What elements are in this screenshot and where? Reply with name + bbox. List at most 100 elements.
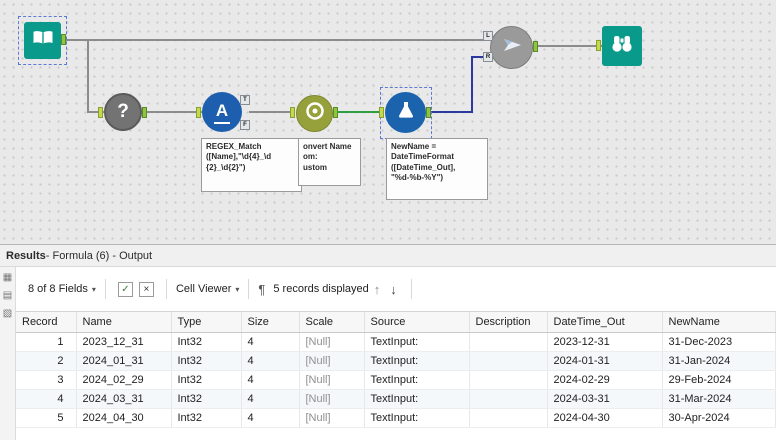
cell-newname[interactable]: 31-Mar-2024 [662,389,776,409]
cell-source[interactable]: TextInput: [364,389,470,409]
datetime-tool[interactable] [296,95,333,132]
cell-type[interactable]: Int32 [171,332,242,352]
cell-datetime-out[interactable]: 2023-12-31 [547,332,663,352]
profile-view-icon[interactable]: ▧ [3,308,12,319]
cell-name[interactable]: 2024_02_29 [76,370,172,390]
regex-input-anchor [196,107,201,118]
wire-textinput-to-join [66,39,486,41]
metadata-view-icon[interactable]: ▤ [3,290,12,301]
cell-newname[interactable]: 31-Dec-2023 [662,332,776,352]
cell-type[interactable]: Int32 [171,351,242,371]
cell-source[interactable]: TextInput: [364,332,470,352]
toolbar-separator [248,279,250,299]
cell-name[interactable]: 2024_01_31 [76,351,172,371]
column-header-newname[interactable]: NewName [662,312,776,333]
regex-tool[interactable]: A [202,92,242,132]
cell-scale: [Null] [299,389,365,409]
cell-source[interactable]: TextInput: [364,370,470,390]
table-row[interactable]: 4 2024_03_31 Int32 4 [Null] TextInput: 2… [16,389,776,409]
cell-viewer-dropdown[interactable]: Cell Viewer ▾ [176,283,239,295]
cell-description[interactable] [469,408,548,428]
cell-newname[interactable]: 30-Apr-2024 [662,408,776,428]
chevron-down-icon: ▾ [91,284,96,294]
column-header-description[interactable]: Description [469,312,548,333]
regex-annotation[interactable]: REGEX_Match ([Name],"\d{4}_\d {2}_\d{2}"… [201,138,302,192]
paragraph-icon[interactable]: ¶ [258,282,265,297]
cell-size[interactable]: 4 [241,389,300,409]
column-header-type[interactable]: Type [171,312,242,333]
cell-newname[interactable]: 29-Feb-2024 [662,370,776,390]
cell-record[interactable]: 3 [16,370,77,390]
column-header-record[interactable]: Record [16,312,77,333]
cell-description[interactable] [469,351,548,371]
results-toolbar: 8 of 8 Fields ▾ ✓ × Cell Viewer ▾ ¶ 5 re… [16,267,776,312]
column-header-size[interactable]: Size [241,312,300,333]
table-row[interactable]: 1 2023_12_31 Int32 4 [Null] TextInput: 2… [16,332,776,352]
chevron-down-icon: ▾ [235,284,240,294]
header-row: Record Name Type Size Scale Source Descr… [16,312,776,333]
column-header-source[interactable]: Source [364,312,470,333]
cell-size[interactable]: 4 [241,332,300,352]
wire-textinput-branch-v [87,40,89,112]
cell-record[interactable]: 5 [16,408,77,428]
cell-newname[interactable]: 31-Jan-2024 [662,351,776,371]
table-row[interactable]: 2 2024_01_31 Int32 4 [Null] TextInput: 2… [16,351,776,371]
toolbar-separator [410,279,412,299]
results-grid: Record Name Type Size Scale Source Descr… [16,312,776,428]
checkmark-box-icon[interactable]: ✓ [117,281,133,297]
wire-formula-out-h [431,111,473,113]
table-view-icon[interactable]: ▦ [3,272,12,283]
cell-type[interactable]: Int32 [171,408,242,428]
cell-source[interactable]: TextInput: [364,408,470,428]
formula-tool[interactable] [385,92,426,133]
cell-scale: [Null] [299,351,365,371]
cell-source[interactable]: TextInput: [364,351,470,371]
cell-record[interactable]: 2 [16,351,77,371]
workflow-canvas[interactable]: ? A T F L R REGEX_Match ([Name],"\d{4}_\… [0,0,776,244]
cell-scale: [Null] [299,370,365,390]
fields-dropdown[interactable]: 8 of 8 Fields ▾ [28,283,96,295]
cell-type[interactable]: Int32 [171,389,242,409]
cell-size[interactable]: 4 [241,408,300,428]
table-row[interactable]: 5 2024_04_30 Int32 4 [Null] TextInput: 2… [16,408,776,428]
cell-type[interactable]: Int32 [171,370,242,390]
column-header-datetime-out[interactable]: DateTime_Out [547,312,663,333]
toolbar-separator [104,279,106,299]
cell-record[interactable]: 1 [16,332,77,352]
cell-datetime-out[interactable]: 2024-04-30 [547,408,663,428]
join-tool[interactable] [490,26,533,69]
cell-description[interactable] [469,332,548,352]
cell-name[interactable]: 2024_03_31 [76,389,172,409]
column-header-name[interactable]: Name [76,312,172,333]
results-title-bar: Results - Formula (6) - Output [0,245,776,267]
wire-join-to-browse [538,45,602,47]
results-title-context: - Formula (6) - Output [45,249,153,262]
alteryx-designer-window: ? A T F L R REGEX_Match ([Name],"\d{4}_\… [0,0,776,440]
browse-tool[interactable] [602,26,642,66]
formula-annotation[interactable]: NewName = DateTimeFormat ([DateTime_Out]… [386,138,488,200]
column-header-scale[interactable]: Scale [299,312,365,333]
clock-icon [304,100,326,127]
flask-icon [396,100,416,125]
question-mark-tool[interactable]: ? [104,93,142,131]
join-right-input-anchor: R [483,52,493,62]
arrow-down-icon[interactable]: ↓ [390,282,397,297]
cell-size[interactable]: 4 [241,370,300,390]
datetime-annotation[interactable]: onvert Name om: ustom [298,138,361,186]
arrow-up-icon[interactable]: ↑ [374,282,381,297]
cell-description[interactable] [469,389,548,409]
cell-name[interactable]: 2023_12_31 [76,332,172,352]
table-row[interactable]: 3 2024_02_29 Int32 4 [Null] TextInput: 2… [16,370,776,390]
cell-datetime-out[interactable]: 2024-01-31 [547,351,663,371]
regex-a-icon: A [213,101,231,124]
text-input-tool[interactable] [24,22,61,59]
regex-false-anchor: F [240,120,250,130]
cell-size[interactable]: 4 [241,351,300,371]
cell-datetime-out[interactable]: 2024-03-31 [547,389,663,409]
cell-name[interactable]: 2024_04_30 [76,408,172,428]
formula-output-anchor [426,107,431,118]
x-box-icon[interactable]: × [138,281,154,297]
cell-description[interactable] [469,370,548,390]
cell-record[interactable]: 4 [16,389,77,409]
cell-datetime-out[interactable]: 2024-02-29 [547,370,663,390]
